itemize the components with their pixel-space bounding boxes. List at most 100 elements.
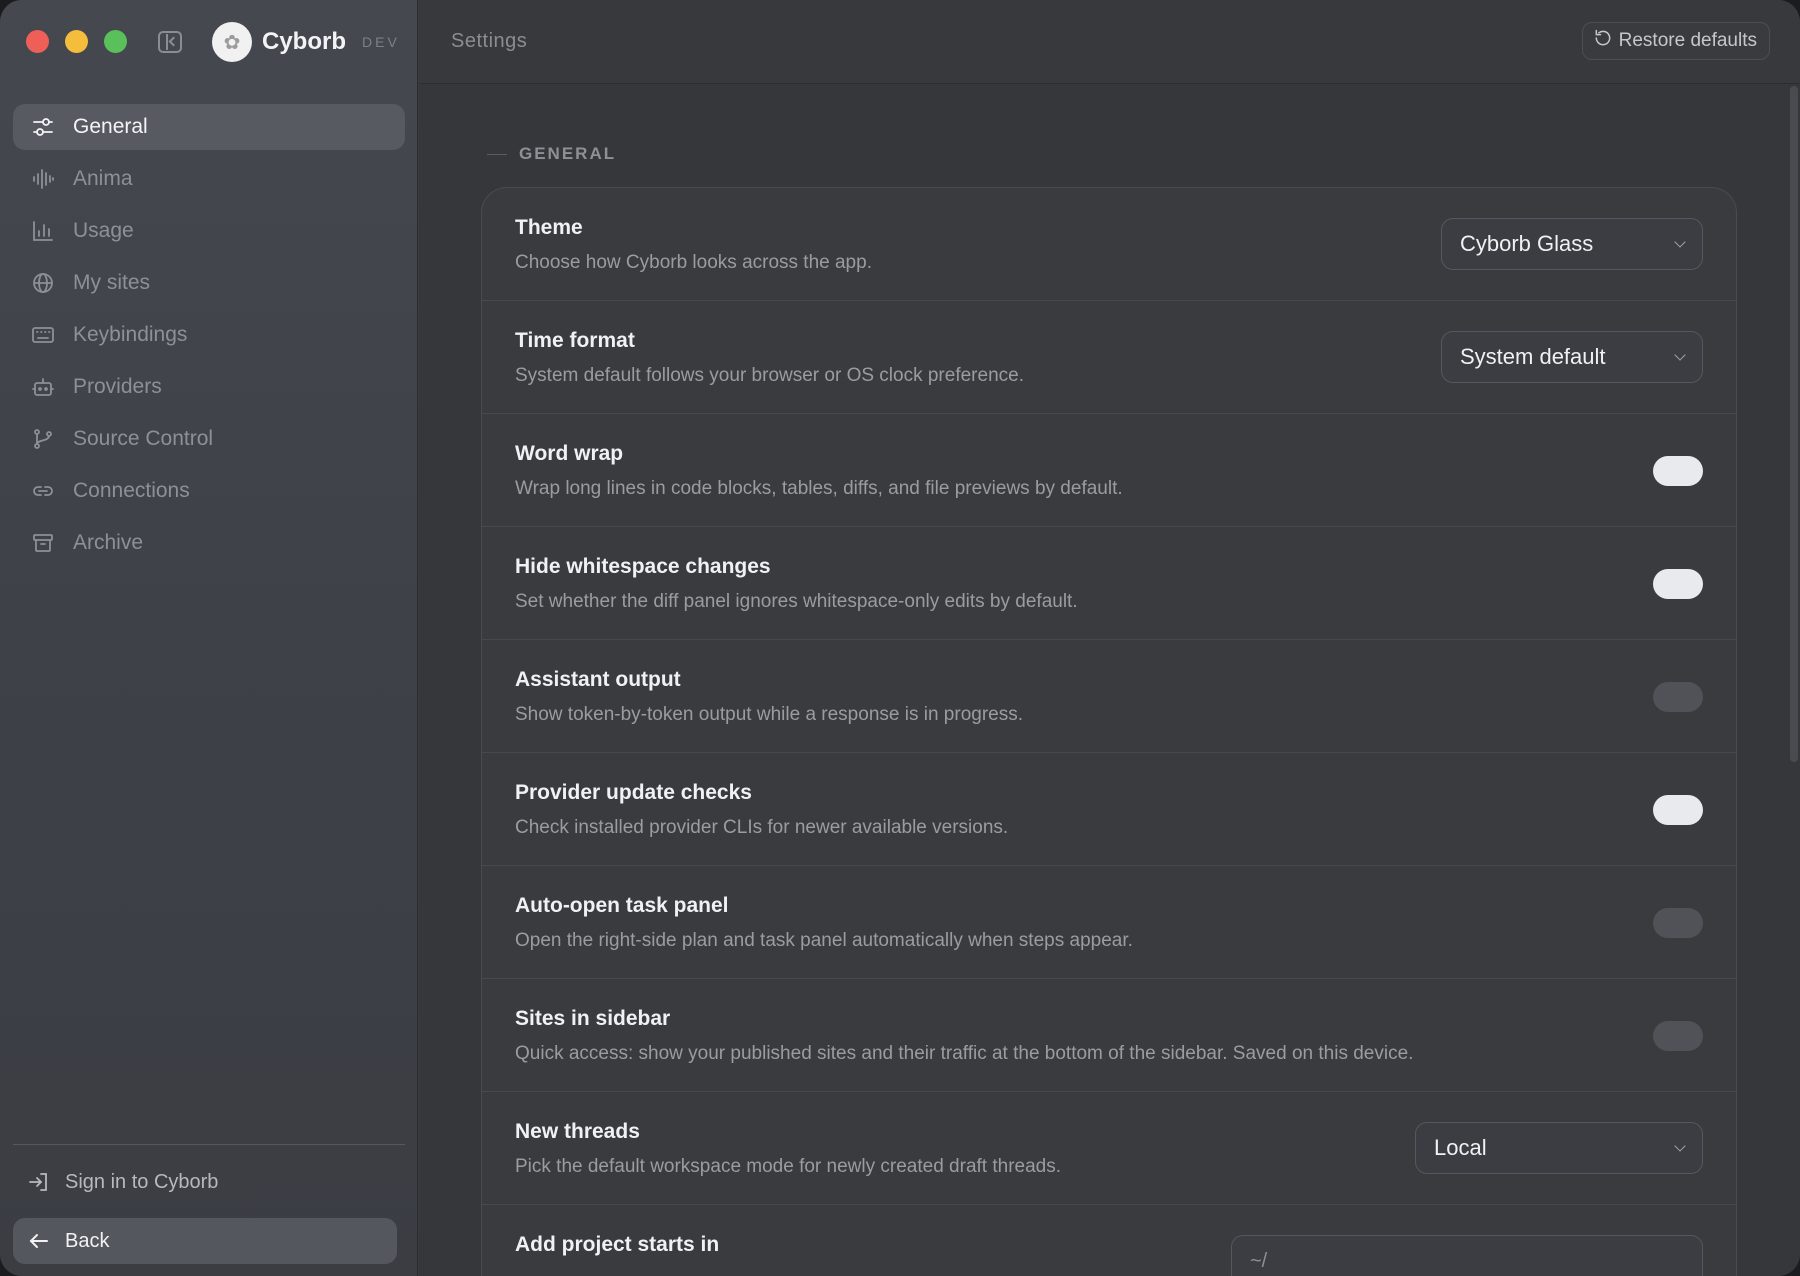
chevron-down-icon (1674, 236, 1686, 248)
sidebar-item-label: Source Control (73, 427, 214, 450)
sidebar-item-label: Archive (73, 531, 144, 554)
setting-row-word-wrap: Word wrap Wrap long lines in code blocks… (482, 414, 1736, 527)
setting-description: Check installed provider CLIs for newer … (515, 817, 1009, 838)
select-value: Local (1434, 1135, 1487, 1160)
theme-select[interactable]: Cyborb Glass (1441, 218, 1703, 270)
assistant-output-toggle[interactable] (1653, 682, 1703, 712)
git-branch-icon (31, 427, 55, 451)
sidebar-item-providers[interactable]: Providers (13, 364, 405, 410)
setting-title: Sites in sidebar (515, 1007, 671, 1030)
sidebar-item-connections[interactable]: Connections (13, 468, 405, 514)
word-wrap-toggle[interactable] (1653, 456, 1703, 486)
topbar: Settings Restore defaults (419, 0, 1800, 84)
sidebar-item-my-sites[interactable]: My sites (13, 260, 405, 306)
restore-defaults-button[interactable]: Restore defaults (1581, 22, 1770, 60)
brand-name: Cyborb (262, 28, 346, 55)
sidebar-divider (13, 1144, 405, 1145)
setting-description: System default follows your browser or O… (515, 365, 1024, 386)
setting-description: Choose how Cyborb looks across the app. (515, 252, 872, 273)
back-button[interactable]: Back (13, 1218, 397, 1264)
sidebar-item-label: General (73, 115, 148, 138)
back-label: Back (65, 1229, 110, 1252)
settings-main: Settings Restore defaults GENERAL Theme … (419, 0, 1800, 1276)
setting-description: Set whether the diff panel ignores white… (515, 591, 1078, 612)
setting-row-new-threads: New threads Pick the default workspace m… (482, 1092, 1736, 1205)
sidebar-item-label: Anima (73, 167, 133, 190)
setting-description: Pick the default workspace mode for newl… (515, 1156, 1061, 1177)
setting-row-add-project-starts-in: Add project starts in ~/ (482, 1205, 1736, 1276)
sidebar-item-source-control[interactable]: Source Control (13, 416, 405, 462)
setting-title: Auto-open task panel (515, 894, 729, 917)
sites-in-sidebar-toggle[interactable] (1653, 1021, 1703, 1051)
sign-in-label: Sign in to Cyborb (65, 1170, 219, 1193)
sidebar-item-usage[interactable]: Usage (13, 208, 405, 254)
chevron-down-icon (1674, 349, 1686, 361)
setting-title: Add project starts in (515, 1233, 720, 1256)
sidebar-item-label: My sites (73, 271, 151, 294)
sidebar-item-label: Usage (73, 219, 134, 242)
setting-description: Show token-by-token output while a respo… (515, 704, 1023, 725)
arrow-left-icon (27, 1229, 51, 1253)
env-badge: DEV (362, 34, 400, 50)
sidebar-item-general[interactable]: General (13, 104, 405, 150)
waveform-icon (31, 167, 55, 191)
section-heading: GENERAL (487, 144, 616, 164)
time-format-select[interactable]: System default (1441, 331, 1703, 383)
chevron-down-icon (1674, 1140, 1686, 1152)
setting-row-hide-whitespace: Hide whitespace changes Set whether the … (482, 527, 1736, 640)
restore-defaults-label: Restore defaults (1618, 30, 1757, 51)
setting-title: Word wrap (515, 442, 624, 465)
sidebar-item-label: Keybindings (73, 323, 188, 346)
minimize-window-button[interactable] (65, 30, 88, 53)
setting-row-sites-in-sidebar: Sites in sidebar Quick access: show your… (482, 979, 1736, 1092)
provider-update-checks-toggle[interactable] (1653, 795, 1703, 825)
select-value: System default (1460, 344, 1606, 369)
close-window-button[interactable] (26, 30, 49, 53)
page-title: Settings (451, 30, 528, 52)
hide-whitespace-toggle[interactable] (1653, 569, 1703, 599)
auto-open-task-panel-toggle[interactable] (1653, 908, 1703, 938)
new-threads-select[interactable]: Local (1415, 1122, 1703, 1174)
setting-row-provider-update-checks: Provider update checks Check installed p… (482, 753, 1736, 866)
sidebar-item-archive[interactable]: Archive (13, 520, 405, 566)
sidebar-item-keybindings[interactable]: Keybindings (13, 312, 405, 358)
setting-row-assistant-output: Assistant output Show token-by-token out… (482, 640, 1736, 753)
path-placeholder: ~/ (1250, 1249, 1268, 1272)
globe-icon (31, 271, 55, 295)
brand: ✿ Cyborb DEV (212, 22, 400, 62)
settings-card: Theme Choose how Cyborb looks across the… (481, 187, 1737, 1276)
app-window: ✿ Cyborb DEV General Anima Usage My site… (0, 0, 1800, 1276)
robot-icon (31, 375, 55, 399)
setting-title: Time format (515, 329, 635, 352)
settings-nav: General Anima Usage My sites Keybindings… (13, 104, 405, 572)
sidebar: ✿ Cyborb DEV General Anima Usage My site… (0, 0, 418, 1276)
setting-title: Theme (515, 216, 583, 239)
setting-title: Hide whitespace changes (515, 555, 771, 578)
sliders-icon (31, 115, 55, 139)
setting-title: Assistant output (515, 668, 681, 691)
zoom-window-button[interactable] (104, 30, 127, 53)
sign-in-icon (27, 1170, 51, 1194)
scrollbar[interactable] (1790, 86, 1798, 762)
setting-title: Provider update checks (515, 781, 752, 804)
reset-icon (1593, 28, 1613, 54)
sidebar-item-label: Connections (73, 479, 190, 502)
select-value: Cyborb Glass (1460, 231, 1594, 256)
bar-chart-icon (31, 219, 55, 243)
setting-title: New threads (515, 1120, 640, 1143)
setting-description: Open the right-side plan and task panel … (515, 930, 1133, 951)
sign-in-button[interactable]: Sign in to Cyborb (13, 1160, 405, 1204)
sidebar-collapse-icon[interactable] (158, 31, 182, 53)
setting-row-theme: Theme Choose how Cyborb looks across the… (482, 188, 1736, 301)
window-controls (26, 30, 127, 53)
sidebar-item-anima[interactable]: Anima (13, 156, 405, 202)
setting-row-auto-open-task-panel: Auto-open task panel Open the right-side… (482, 866, 1736, 979)
setting-description: Quick access: show your published sites … (515, 1043, 1414, 1064)
project-path-input[interactable]: ~/ (1231, 1235, 1703, 1276)
keyboard-icon (31, 323, 55, 347)
setting-description: Wrap long lines in code blocks, tables, … (515, 478, 1123, 499)
setting-row-time-format: Time format System default follows your … (482, 301, 1736, 414)
link-icon (31, 479, 55, 503)
brand-logo: ✿ (212, 22, 252, 62)
archive-icon (31, 531, 55, 555)
